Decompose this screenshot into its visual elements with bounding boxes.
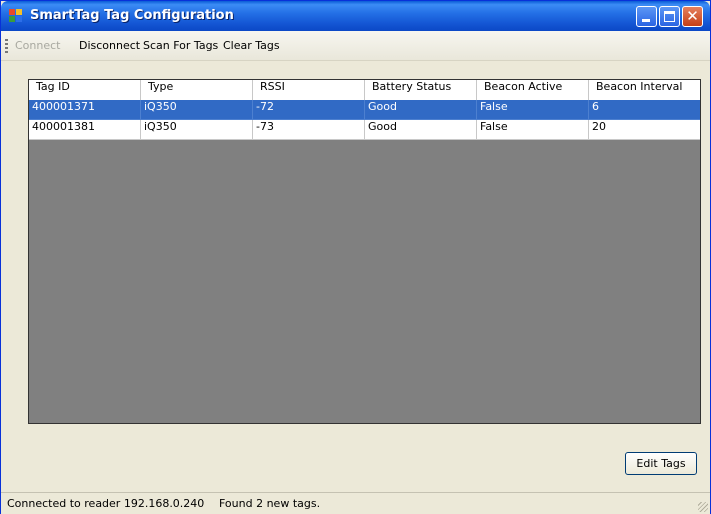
connection-status: Connected to reader 192.168.0.240 bbox=[7, 497, 205, 510]
minimize-button[interactable] bbox=[636, 6, 657, 27]
cell-rssi[interactable]: -73 bbox=[253, 120, 365, 140]
maximize-icon bbox=[664, 11, 675, 22]
maximize-button[interactable] bbox=[659, 6, 680, 27]
minimize-icon bbox=[642, 19, 650, 22]
connect-menu-item[interactable]: Connect bbox=[15, 39, 60, 52]
column-header-rssi[interactable]: RSSI bbox=[253, 80, 365, 100]
cell-beacon-interval[interactable]: 6 bbox=[589, 100, 700, 120]
toolbar-grip-icon[interactable] bbox=[5, 39, 8, 53]
table-row[interactable]: 400001371 iQ350 -72 Good False 6 bbox=[29, 100, 700, 120]
cell-battery-status[interactable]: Good bbox=[365, 100, 477, 120]
cell-beacon-interval[interactable]: 20 bbox=[589, 120, 700, 140]
column-header-type[interactable]: Type bbox=[141, 80, 253, 100]
cell-beacon-active[interactable]: False bbox=[477, 120, 589, 140]
column-header-tag-id[interactable]: Tag ID bbox=[29, 80, 141, 100]
cell-tag-id[interactable]: 400001381 bbox=[29, 120, 141, 140]
resize-grip-icon[interactable] bbox=[698, 502, 708, 512]
close-icon: ✕ bbox=[686, 7, 699, 25]
scan-for-tags-menu-item[interactable]: Scan For Tags bbox=[143, 39, 218, 52]
cell-type[interactable]: iQ350 bbox=[141, 120, 253, 140]
tags-grid[interactable]: Tag ID Type RSSI Battery Status Beacon A… bbox=[28, 79, 701, 424]
close-button[interactable]: ✕ bbox=[682, 6, 703, 27]
disconnect-menu-item[interactable]: Disconnect bbox=[79, 39, 140, 52]
app-window-icon bbox=[9, 9, 24, 23]
cell-beacon-active[interactable]: False bbox=[477, 100, 589, 120]
cell-type[interactable]: iQ350 bbox=[141, 100, 253, 120]
cell-rssi[interactable]: -72 bbox=[253, 100, 365, 120]
toolbar-menu: Connect Disconnect Scan For Tags Clear T… bbox=[1, 31, 710, 61]
cell-tag-id[interactable]: 400001371 bbox=[29, 100, 141, 120]
column-header-beacon-interval[interactable]: Beacon Interval bbox=[589, 80, 700, 100]
grid-header: Tag ID Type RSSI Battery Status Beacon A… bbox=[29, 80, 700, 101]
cell-battery-status[interactable]: Good bbox=[365, 120, 477, 140]
column-header-beacon-active[interactable]: Beacon Active bbox=[477, 80, 589, 100]
main-window: SmartTag Tag Configuration ✕ Connect Dis… bbox=[0, 0, 711, 514]
edit-tags-button[interactable]: Edit Tags bbox=[625, 452, 697, 475]
clear-tags-menu-item[interactable]: Clear Tags bbox=[223, 39, 280, 52]
status-message: Found 2 new tags. bbox=[219, 497, 321, 510]
column-header-battery-status[interactable]: Battery Status bbox=[365, 80, 477, 100]
window-title: SmartTag Tag Configuration bbox=[30, 8, 234, 23]
status-bar: Connected to reader 192.168.0.240 Found … bbox=[1, 492, 710, 514]
table-row[interactable]: 400001381 iQ350 -73 Good False 20 bbox=[29, 120, 700, 140]
title-bar[interactable]: SmartTag Tag Configuration ✕ bbox=[1, 1, 710, 31]
